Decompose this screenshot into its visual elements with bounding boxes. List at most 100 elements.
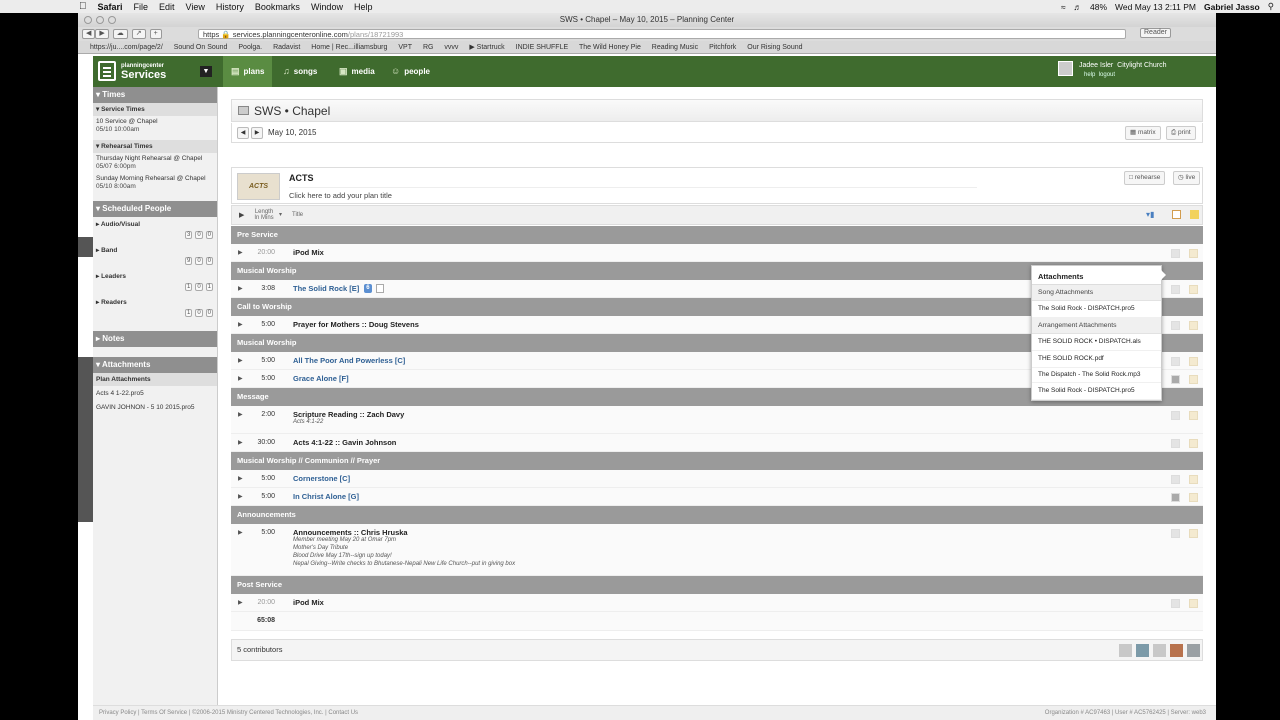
notes-icon[interactable] — [1171, 357, 1180, 366]
expand-item-icon[interactable]: ▶ — [238, 249, 243, 256]
notes-icon[interactable] — [1171, 321, 1180, 330]
item-title[interactable]: Scripture Reading :: Zach Davy — [293, 410, 404, 419]
rehearsal-item[interactable]: Sunday Morning Rehearsal @ Chapel 05/10 8… — [93, 173, 217, 193]
attachment-icon[interactable] — [1189, 375, 1198, 384]
notes-icon[interactable] — [1171, 375, 1180, 384]
attachment-icon[interactable] — [1189, 599, 1198, 608]
attachment-icon[interactable] — [1189, 439, 1198, 448]
item-title[interactable]: Acts 4:1-22 :: Gavin Johnson — [293, 438, 396, 447]
expand-all-icon[interactable]: ▶ — [239, 211, 244, 219]
attachment-icon[interactable] — [1189, 493, 1198, 502]
notes-icon[interactable] — [1171, 529, 1180, 538]
item-length[interactable]: 3:08 — [251, 285, 275, 292]
menu-edit[interactable]: Edit — [159, 2, 175, 12]
item-title[interactable]: All The Poor And Powerless [C] — [293, 356, 405, 365]
attachment-icon[interactable] — [1189, 529, 1198, 538]
plan-item-row[interactable]: ▶ 30:00 Acts 4:1-22 :: Gavin Johnson — [231, 434, 1203, 452]
notes-icon[interactable] — [1171, 439, 1180, 448]
tab-media[interactable]: ▣ media — [331, 56, 383, 87]
app-switcher-dropdown[interactable]: ▼ — [200, 66, 212, 77]
previous-plan-button[interactable]: ◀ — [237, 127, 249, 139]
notes-header[interactable]: ▸ Notes — [93, 331, 217, 347]
expand-item-icon[interactable]: ▶ — [238, 411, 243, 418]
service-time-item[interactable]: 10 Service @ Chapel 05/10 10:00am — [93, 116, 217, 136]
attachments-header[interactable]: ▾ Attachments — [93, 357, 217, 373]
next-plan-button[interactable]: ▶ — [251, 127, 263, 139]
series-artwork[interactable]: ACTS — [237, 173, 280, 200]
menu-window[interactable]: Window — [311, 2, 343, 12]
bookmark-item[interactable]: https://ju....com/page/2/ — [90, 44, 163, 51]
bookmark-item[interactable]: Poolga. — [238, 44, 262, 51]
plan-item-row[interactable]: ▶ 5:00 Announcements :: Chris Hruska Member… — [231, 524, 1203, 576]
expand-item-icon[interactable]: ▶ — [238, 375, 243, 382]
service-times-header[interactable]: ▾ Service Times — [93, 103, 217, 116]
attachment-file[interactable]: Acts 4 1-22.pro5 — [93, 386, 217, 402]
apple-icon[interactable]:  — [79, 1, 87, 12]
attachment-link[interactable]: The Solid Rock - DISPATCH.pro5 — [1032, 301, 1161, 318]
team-leaders[interactable]: ▸ Leaders 1 0 1 — [93, 269, 217, 295]
terms-link[interactable]: Terms Of Service — [141, 710, 187, 716]
forward-button[interactable]: ▶ — [95, 29, 109, 39]
address-bar[interactable]: https 🔒 services.planningcenteronline.co… — [198, 29, 1126, 39]
expand-item-icon[interactable]: ▶ — [238, 357, 243, 364]
item-title[interactable]: Grace Alone [F] — [293, 374, 349, 383]
team-readers[interactable]: ▸ Readers 1 0 0 — [93, 295, 217, 321]
team-audio-visual[interactable]: ▸ Audio/Visual 3 0 0 — [93, 217, 217, 243]
section-header[interactable]: Post Service — [231, 576, 1203, 594]
item-length[interactable]: 20:00 — [251, 599, 275, 606]
attachment-icon[interactable] — [1189, 321, 1198, 330]
item-length[interactable]: 5:00 — [251, 475, 275, 482]
avatar[interactable] — [1136, 644, 1149, 657]
sort-icon[interactable]: ▾ — [279, 211, 282, 218]
help-link[interactable]: help — [1084, 72, 1095, 78]
menu-file[interactable]: File — [134, 2, 149, 12]
bookmark-item[interactable]: Sound On Sound — [174, 44, 228, 51]
privacy-link[interactable]: Privacy Policy — [99, 710, 136, 716]
minimize-window-button[interactable] — [96, 16, 104, 24]
expand-item-icon[interactable]: ▶ — [238, 529, 243, 536]
planning-center-logo[interactable]: planningcenter Services ▼ — [98, 60, 212, 83]
attachment-file[interactable]: GAVIN JOHNON - 5 10 2015.pro5 — [93, 402, 217, 414]
section-header[interactable]: Announcements — [231, 506, 1203, 524]
logout-link[interactable]: logout — [1099, 72, 1115, 78]
plan-item-row[interactable]: ▶ 20:00 iPod Mix — [231, 244, 1203, 262]
section-header[interactable]: Musical Worship // Communion // Prayer — [231, 452, 1203, 470]
attachment-icon[interactable] — [1189, 357, 1198, 366]
item-title[interactable]: The Solid Rock [E] 6 — [293, 284, 384, 293]
item-title[interactable]: iPod Mix — [293, 598, 324, 607]
print-button[interactable]: ⎙ print — [1166, 126, 1196, 140]
title-column-header[interactable]: Title — [292, 212, 303, 218]
user-menu[interactable]: Gabriel Jasso — [1204, 2, 1260, 12]
song-item-row[interactable]: ▶ 5:00 In Christ Alone [G] — [231, 488, 1203, 506]
back-button[interactable]: ◀ — [82, 29, 96, 39]
zoom-window-button[interactable] — [108, 16, 116, 24]
item-title[interactable]: In Christ Alone [G] — [293, 492, 359, 501]
tab-plans[interactable]: ▤ plans — [223, 56, 273, 87]
expand-item-icon[interactable]: ▶ — [238, 475, 243, 482]
bookmark-item[interactable]: Pitchfork — [709, 44, 736, 51]
menu-history[interactable]: History — [216, 2, 244, 12]
volume-icon[interactable]: ♬ — [1074, 2, 1083, 12]
section-header[interactable]: Pre Service — [231, 226, 1203, 244]
team-band[interactable]: ▸ Band 9 0 0 — [93, 243, 217, 269]
plan-item-row[interactable]: ▶ 2:00 Scripture Reading :: Zach Davy Acts … — [231, 406, 1203, 434]
contributors-count[interactable]: 5 contributors — [237, 645, 282, 654]
expand-item-icon[interactable]: ▶ — [238, 321, 243, 328]
contact-link[interactable]: Contact Us — [328, 710, 358, 716]
clock[interactable]: Wed May 13 2:11 PM — [1115, 2, 1196, 12]
bookmark-item[interactable]: INDIE SHUFFLE — [516, 44, 569, 51]
expand-item-icon[interactable]: ▶ — [238, 493, 243, 500]
item-length[interactable]: 5:00 — [251, 375, 275, 382]
song-item-row[interactable]: ▶ 5:00 Cornerstone [C] — [231, 470, 1203, 488]
attachment-icon[interactable] — [1189, 249, 1198, 258]
bookmark-item[interactable]: Our Rising Sound — [747, 44, 802, 51]
matrix-button[interactable]: ▦ matrix — [1125, 126, 1161, 140]
notes-icon[interactable] — [1171, 285, 1180, 294]
battery-level[interactable]: 48% — [1090, 2, 1107, 12]
attachment-icon[interactable] — [1189, 411, 1198, 420]
notes-icon[interactable] — [1171, 493, 1180, 502]
attachment-icon[interactable] — [1189, 285, 1198, 294]
bookmark-item[interactable]: The Wild Honey Pie — [579, 44, 641, 51]
notes-icon[interactable] — [1171, 599, 1180, 608]
bookmark-item[interactable]: vvvv — [444, 44, 458, 51]
